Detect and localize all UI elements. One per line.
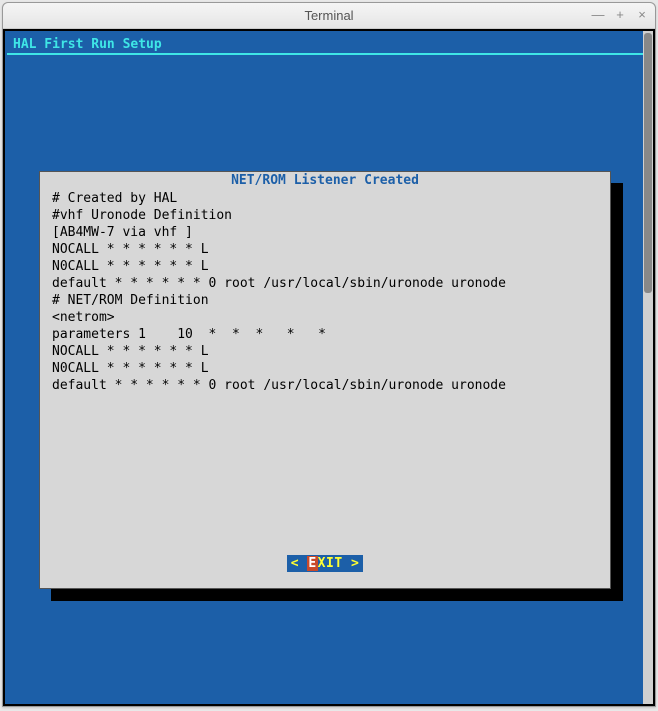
dialog-line: N0CALL * * * * * * L <box>52 259 209 274</box>
exit-right-bracket: > <box>351 556 359 571</box>
dialog-line: parameters 1 10 * * * * * <box>52 327 326 342</box>
dialog-line: N0CALL * * * * * * L <box>52 361 209 376</box>
dialog-line: [AB4MW-7 via vhf ] <box>52 225 193 240</box>
dialog-line: NOCALL * * * * * * L <box>52 344 209 359</box>
exit-left-bracket: < <box>291 556 308 571</box>
terminal-window: Terminal — + × HAL First Run Setup NET/R… <box>2 2 656 707</box>
scrollbar[interactable] <box>643 31 653 704</box>
exit-button[interactable]: < EXIT > <box>287 555 364 572</box>
exit-hotkey: E <box>307 556 317 571</box>
dialog-line: default * * * * * * 0 root /usr/local/sb… <box>52 276 506 291</box>
close-button[interactable]: × <box>635 7 649 21</box>
dialog-line: # Created by HAL <box>52 191 177 206</box>
dialog-line: # NET/ROM Definition <box>52 293 209 308</box>
dialog-wrap: NET/ROM Listener Created # Created by HA… <box>39 171 611 589</box>
dialog-line: <netrom> <box>52 310 115 325</box>
terminal-body: HAL First Run Setup NET/ROM Listener Cre… <box>3 29 655 706</box>
dialog-line: default * * * * * * 0 root /usr/local/sb… <box>52 378 506 393</box>
exit-rest: XIT <box>318 556 351 571</box>
app-title: HAL First Run Setup <box>5 31 653 53</box>
dialog-content: # Created by HAL #vhf Uronode Definition… <box>52 190 598 394</box>
minimize-button[interactable]: — <box>591 7 605 21</box>
titlebar: Terminal — + × <box>3 3 655 29</box>
window-title: Terminal <box>304 8 353 23</box>
maximize-button[interactable]: + <box>613 7 627 21</box>
window-controls: — + × <box>591 7 649 21</box>
scrollbar-thumb[interactable] <box>644 33 652 293</box>
dialog-title: NET/ROM Listener Created <box>40 171 610 188</box>
app-rule <box>7 53 651 55</box>
dialog-line: NOCALL * * * * * * L <box>52 242 209 257</box>
dialog-button-row: < EXIT > <box>40 555 610 572</box>
dialog-line: #vhf Uronode Definition <box>52 208 232 223</box>
dialog: NET/ROM Listener Created # Created by HA… <box>39 171 611 589</box>
